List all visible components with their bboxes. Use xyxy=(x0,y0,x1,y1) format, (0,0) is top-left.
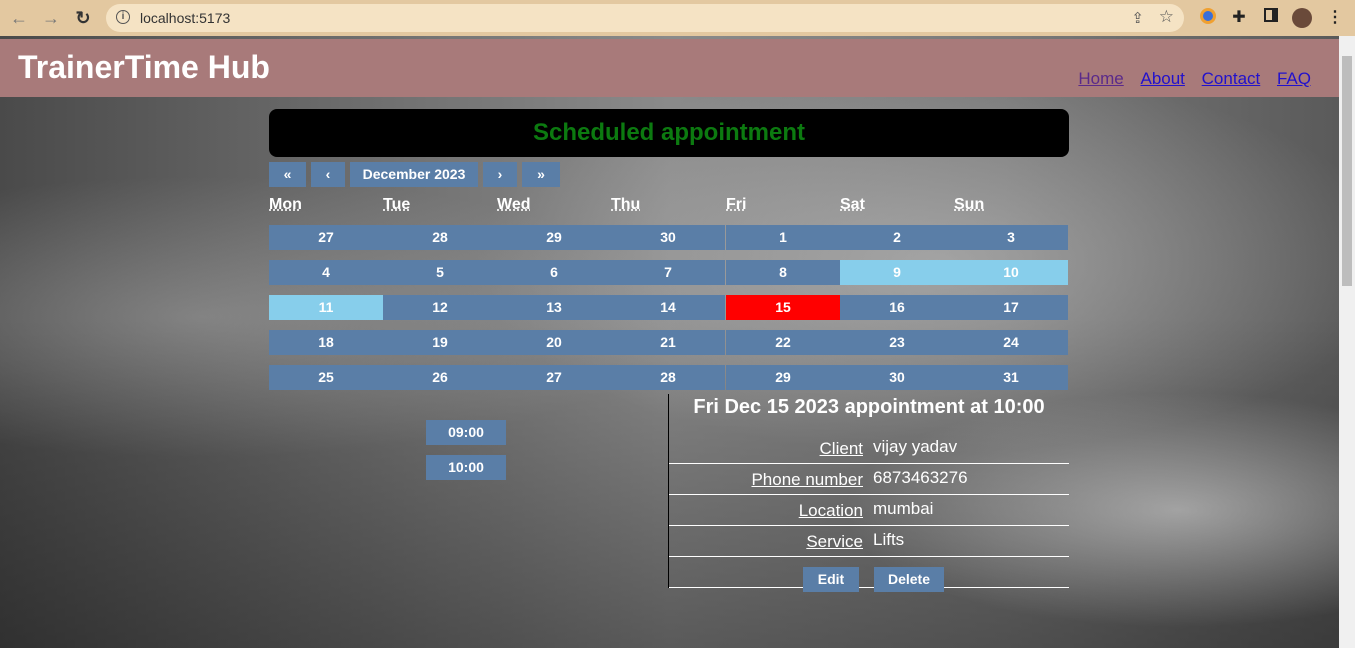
calendar-day[interactable]: 11 xyxy=(269,295,383,320)
nav-faq[interactable]: FAQ xyxy=(1277,69,1311,88)
next-month-button[interactable]: › xyxy=(483,162,517,187)
main-nav: Home About Contact FAQ xyxy=(1066,69,1311,89)
prev-month-button[interactable]: ‹ xyxy=(311,162,345,187)
puzzle-icon[interactable]: ✚ xyxy=(1229,8,1249,28)
page-background: TrainerTime Hub Home About Contact FAQ S… xyxy=(0,36,1339,648)
edit-button[interactable]: Edit xyxy=(803,567,859,592)
reload-icon[interactable]: ↻ xyxy=(73,8,93,28)
detail-row-location: Location mumbai xyxy=(669,495,1069,526)
brand-title: TrainerTime Hub xyxy=(18,49,270,85)
calendar-day[interactable]: 27 xyxy=(497,365,611,390)
month-label-button[interactable]: December 2023 xyxy=(350,162,478,187)
weekday-sat: Sat xyxy=(840,196,865,213)
detail-row-actions xyxy=(669,557,1069,588)
calendar-day[interactable]: 23 xyxy=(840,330,954,355)
calendar-day[interactable]: 18 xyxy=(269,330,383,355)
profile-avatar[interactable] xyxy=(1292,8,1312,28)
detail-label: Phone number xyxy=(751,470,863,489)
nav-about[interactable]: About xyxy=(1140,69,1184,88)
calendar-day[interactable]: 27 xyxy=(269,225,383,250)
delete-button[interactable]: Delete xyxy=(874,567,944,592)
star-icon[interactable]: ☆ xyxy=(1159,7,1174,27)
url-text[interactable]: localhost:5173 xyxy=(140,10,230,26)
weekday-wed: Wed xyxy=(497,196,531,213)
calendar-day[interactable]: 10 xyxy=(954,260,1068,285)
extension-icon[interactable] xyxy=(1198,8,1218,28)
calendar-day[interactable]: 24 xyxy=(954,330,1068,355)
page-scrollbar[interactable] xyxy=(1339,36,1355,648)
detail-label: Location xyxy=(798,501,863,520)
sidepanel-icon[interactable] xyxy=(1261,8,1281,28)
calendar-day[interactable]: 8 xyxy=(726,260,840,285)
calendar-day[interactable]: 2 xyxy=(840,225,954,250)
appointment-heading: Fri Dec 15 2023 appointment at 10:00 xyxy=(693,396,1045,418)
detail-row-phone: Phone number 6873463276 xyxy=(669,464,1069,495)
calendar-day[interactable]: 13 xyxy=(497,295,611,320)
detail-value: vijay yadav xyxy=(873,437,958,456)
first-month-button[interactable]: « xyxy=(269,162,306,187)
calendar-day[interactable]: 15 xyxy=(726,295,840,320)
weekday-thu: Thu xyxy=(611,196,641,213)
calendar-day[interactable]: 1 xyxy=(726,225,840,250)
detail-value: 6873463276 xyxy=(873,468,968,487)
last-month-button[interactable]: » xyxy=(522,162,560,187)
address-bar[interactable]: i localhost:5173 ⇪ ☆ xyxy=(106,4,1184,32)
page-title: Scheduled appointment xyxy=(269,109,1069,157)
nav-contact[interactable]: Contact xyxy=(1202,69,1261,88)
time-slot-1000[interactable]: 10:00 xyxy=(426,455,506,480)
calendar-day[interactable]: 31 xyxy=(954,365,1068,390)
detail-row-client: Client vijay yadav xyxy=(669,433,1069,464)
calendar-day[interactable]: 12 xyxy=(383,295,497,320)
browser-toolbar: ← → ↻ i localhost:5173 ⇪ ☆ ✚ ⋮ xyxy=(0,0,1355,36)
calendar-day[interactable]: 4 xyxy=(269,260,383,285)
calendar-day[interactable]: 30 xyxy=(840,365,954,390)
calendar-day[interactable]: 28 xyxy=(383,225,497,250)
calendar-day[interactable]: 7 xyxy=(611,260,725,285)
calendar-day[interactable]: 16 xyxy=(840,295,954,320)
calendar-day[interactable]: 19 xyxy=(383,330,497,355)
info-icon[interactable]: i xyxy=(116,10,130,24)
detail-row-service: Service Lifts xyxy=(669,526,1069,557)
forward-icon[interactable]: → xyxy=(41,8,61,28)
calendar-day[interactable]: 30 xyxy=(611,225,725,250)
calendar-day[interactable]: 5 xyxy=(383,260,497,285)
calendar-day[interactable]: 3 xyxy=(954,225,1068,250)
back-icon[interactable]: ← xyxy=(9,8,29,28)
calendar-day[interactable]: 17 xyxy=(954,295,1068,320)
calendar-day[interactable]: 6 xyxy=(497,260,611,285)
calendar-day[interactable]: 14 xyxy=(611,295,725,320)
calendar-day[interactable]: 28 xyxy=(611,365,725,390)
calendar-day[interactable]: 9 xyxy=(840,260,954,285)
share-icon[interactable]: ⇪ xyxy=(1131,9,1144,27)
detail-value: Lifts xyxy=(873,530,905,549)
weekday-fri: Fri xyxy=(726,196,747,213)
calendar-day[interactable]: 29 xyxy=(726,365,840,390)
detail-value: mumbai xyxy=(873,499,934,518)
menu-icon[interactable]: ⋮ xyxy=(1325,8,1345,28)
calendar-day[interactable]: 20 xyxy=(497,330,611,355)
time-slot-0900[interactable]: 09:00 xyxy=(426,420,506,445)
weekday-tue: Tue xyxy=(383,196,411,213)
calendar-day[interactable]: 25 xyxy=(269,365,383,390)
calendar-day[interactable]: 29 xyxy=(497,225,611,250)
weekday-sun: Sun xyxy=(954,196,985,213)
detail-label: Service xyxy=(806,532,863,551)
nav-home[interactable]: Home xyxy=(1078,69,1123,88)
site-header: TrainerTime Hub Home About Contact FAQ xyxy=(0,39,1339,97)
scrollbar-thumb[interactable] xyxy=(1342,56,1352,286)
weekday-mon: Mon xyxy=(269,196,302,213)
calendar-day[interactable]: 22 xyxy=(726,330,840,355)
calendar-day[interactable]: 26 xyxy=(383,365,497,390)
calendar-day[interactable]: 21 xyxy=(611,330,725,355)
detail-label: Client xyxy=(819,439,863,458)
